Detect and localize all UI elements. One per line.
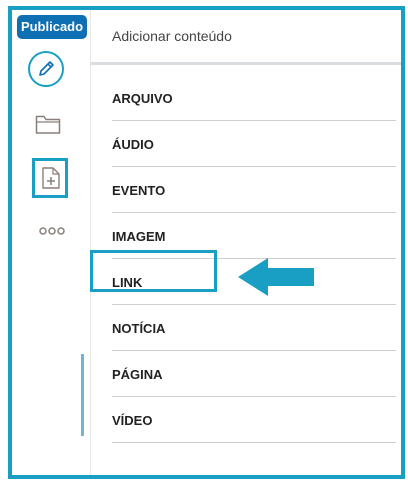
link-highlight-box [90,250,217,292]
add-document-icon [42,167,60,189]
sidebar: Publicado [12,10,91,475]
pointer-arrow-icon [238,258,314,296]
add-content-panel: Adicionar conteúdo ARQUIVO ÁUDIO EVENTO … [91,10,401,475]
panel-divider [91,62,401,65]
menu-item-pagina[interactable]: PÁGINA [112,352,396,397]
menu-item-noticia[interactable]: NOTÍCIA [112,306,396,351]
pencil-icon [39,61,54,76]
folder-icon[interactable] [35,113,61,135]
menu-item-arquivo[interactable]: ARQUIVO [112,76,396,121]
status-badge: Publicado [17,15,87,39]
edit-button[interactable] [28,51,64,87]
panel-title: Adicionar conteúdo [112,28,232,44]
more-dots-icon[interactable] [39,226,65,236]
menu-item-video[interactable]: VÍDEO [112,398,396,443]
menu-item-audio[interactable]: ÁUDIO [112,122,396,167]
scrollbar[interactable] [81,354,84,436]
add-content-button[interactable] [32,158,68,198]
menu-item-evento[interactable]: EVENTO [112,168,396,213]
annotation-frame: Publicado Adicionar conteúdo ARQUIVO ÁUD… [8,6,405,479]
